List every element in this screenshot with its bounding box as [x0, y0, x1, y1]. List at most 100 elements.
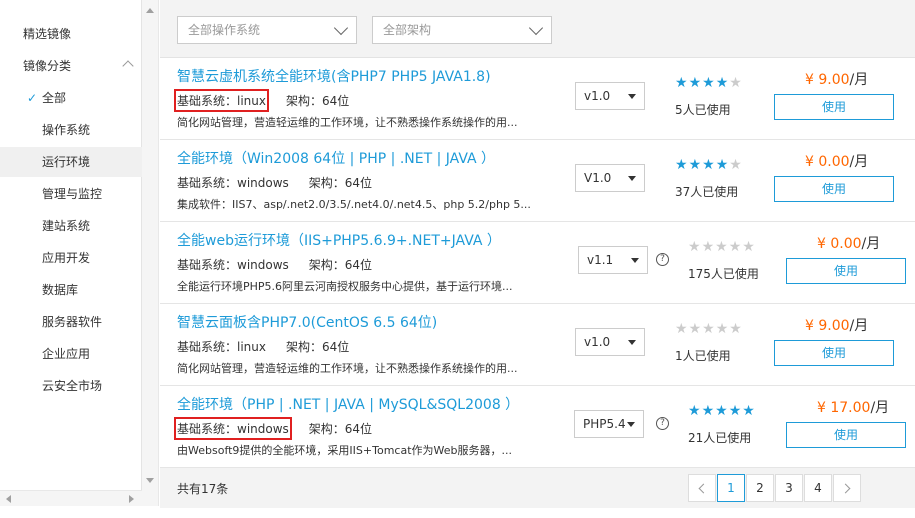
use-button[interactable]: 使用	[774, 94, 894, 120]
star-icon: ★	[715, 321, 730, 337]
rating-stars: ★★★★★	[675, 157, 743, 173]
product-row: 全能web运行环境（IIS+PHP5.6.9+.NET+JAVA ） 基础系统：w…	[160, 222, 915, 304]
product-row: 智慧云虚机系统全能环境(含PHP7 PHP5 JAVA1.8) 基础系统：linu…	[160, 58, 915, 140]
horizontal-scrollbar[interactable]	[0, 490, 142, 506]
caret-down-icon	[631, 258, 639, 263]
architecture-label: 架构：64位	[308, 176, 373, 190]
star-icon: ★	[688, 75, 703, 91]
base-system-label: 基础系统：windows	[177, 176, 289, 190]
page-1-button[interactable]: 1	[717, 474, 745, 502]
star-icon: ★	[688, 157, 703, 173]
caret-down-icon	[627, 422, 635, 427]
page-3-button[interactable]: 3	[775, 474, 803, 502]
star-icon: ★	[728, 403, 743, 419]
base-system-label: 基础系统：windows	[177, 258, 289, 272]
sidebar-item-database[interactable]: 数据库	[0, 275, 142, 305]
help-icon[interactable]: ?	[656, 417, 669, 430]
product-title-link[interactable]: 全能环境（PHP | .NET | JAVA | MySQL&SQL2008 ）	[177, 394, 519, 414]
use-button[interactable]: 使用	[786, 258, 906, 284]
price-unit: /月	[849, 154, 869, 170]
filter-bar: 全部操作系统 全部架构	[160, 0, 915, 58]
price-unit: /月	[849, 318, 869, 334]
help-icon[interactable]: ?	[656, 253, 669, 266]
sidebar-featured[interactable]: 精选镜像	[0, 19, 142, 49]
rating-stars: ★★★★★	[675, 321, 743, 337]
os-filter-select[interactable]: 全部操作系统	[177, 16, 357, 44]
price: ¥ 0.00/月	[817, 233, 880, 253]
product-title-link[interactable]: 全能环境（Win2008 64位 | PHP | .NET | JAVA ）	[177, 148, 495, 168]
star-icon: ★	[675, 75, 689, 91]
price-unit: /月	[870, 400, 890, 416]
sidebar-item-cms[interactable]: 建站系统	[0, 211, 142, 241]
chevron-down-icon	[333, 20, 349, 36]
version-select[interactable]: v1.0	[575, 328, 645, 356]
price: ¥ 0.00/月	[805, 151, 868, 171]
chevron-left-icon	[698, 483, 709, 494]
product-row: 全能环境（PHP | .NET | JAVA | MySQL&SQL2008 ）…	[160, 386, 915, 468]
page-2-button[interactable]: 2	[746, 474, 774, 502]
next-page-button[interactable]	[833, 474, 861, 502]
product-title-link[interactable]: 智慧云虚机系统全能环境(含PHP7 PHP5 JAVA1.8)	[177, 66, 491, 86]
scroll-left-icon[interactable]	[6, 495, 11, 503]
scroll-down-icon[interactable]	[146, 478, 154, 483]
price-amount: ¥ 9.00	[805, 72, 850, 88]
version-select[interactable]: v1.1	[578, 246, 648, 274]
sidebar-item-dev[interactable]: 应用开发	[0, 243, 142, 273]
price-amount: ¥ 17.00	[817, 400, 871, 416]
sidebar-categories[interactable]: 镜像分类	[0, 51, 142, 81]
prev-page-button[interactable]	[688, 474, 716, 502]
use-button[interactable]: 使用	[774, 340, 894, 366]
use-button[interactable]: 使用	[774, 176, 894, 202]
sidebar-item-os[interactable]: 操作系统	[0, 115, 142, 145]
usage-count: 37人已使用	[675, 185, 739, 199]
product-title-link[interactable]: 智慧云面板含PHP7.0(CentOS 6.5 64位)	[177, 312, 437, 332]
version-value: v1.1	[587, 253, 614, 267]
total-count: 共有17条	[177, 482, 229, 496]
price: ¥ 9.00/月	[805, 315, 868, 335]
sidebar-item-runtime[interactable]: 运行环境	[0, 147, 142, 177]
rating-stars: ★★★★★	[688, 403, 756, 419]
sidebar-item-server-software[interactable]: 服务器软件	[0, 307, 142, 337]
page: 精选镜像 镜像分类 ✓ 全部 操作系统 运行环境 管理与监控 建站系统 应用开发…	[0, 0, 915, 518]
caret-down-icon	[628, 94, 636, 99]
architecture-label: 架构：64位	[285, 94, 350, 108]
usage-count: 21人已使用	[688, 431, 752, 445]
price-unit: /月	[849, 72, 869, 88]
scroll-up-icon[interactable]	[146, 8, 154, 13]
use-button[interactable]: 使用	[786, 422, 906, 448]
sidebar-item-monitoring[interactable]: 管理与监控	[0, 179, 142, 209]
star-icon: ★	[702, 157, 716, 173]
sidebar-item-label: 全部	[42, 91, 67, 105]
sidebar: 精选镜像 镜像分类 ✓ 全部 操作系统 运行环境 管理与监控 建站系统 应用开发…	[0, 0, 142, 506]
product-row: 全能环境（Win2008 64位 | PHP | .NET | JAVA ） 基础…	[160, 140, 915, 222]
arch-filter-select[interactable]: 全部架构	[372, 16, 552, 44]
star-icon: ★	[729, 157, 743, 173]
product-meta: 基础系统：linux 架构：64位	[177, 338, 349, 355]
vertical-scrollbar[interactable]	[142, 0, 159, 506]
star-icon: ★	[729, 75, 743, 91]
star-icon: ★	[729, 321, 743, 337]
usage-count: 5人已使用	[675, 103, 731, 117]
page-4-button[interactable]: 4	[804, 474, 832, 502]
chevron-up-icon[interactable]	[122, 60, 134, 72]
product-description: 集成软件：IIS7、asp/.net2.0/3.5/.net4.0/.net4.…	[177, 198, 531, 211]
star-icon: ★	[742, 239, 756, 255]
sidebar-item-security-market[interactable]: 云安全市场	[0, 371, 142, 401]
version-select[interactable]: PHP5.4	[574, 410, 644, 438]
sidebar-item-all[interactable]: ✓ 全部	[0, 83, 142, 113]
base-system-label: 基础系统：linux	[177, 340, 266, 354]
product-title-link[interactable]: 全能web运行环境（IIS+PHP5.6.9+.NET+JAVA ）	[177, 230, 501, 250]
star-icon: ★	[715, 75, 730, 91]
product-row: 智慧云面板含PHP7.0(CentOS 6.5 64位) 基础系统：linux 架构…	[160, 304, 915, 386]
version-select[interactable]: V1.0	[575, 164, 645, 192]
product-description: 由Websoft9提供的全能环境，采用IIS+Tomcat作为Web服务器，..…	[177, 444, 512, 457]
star-icon: ★	[715, 403, 729, 419]
product-description: 简化网站管理，营造轻运维的工作环境，让不熟悉操作系统操作的用...	[177, 116, 518, 129]
star-icon: ★	[715, 157, 730, 173]
version-select[interactable]: v1.0	[575, 82, 645, 110]
usage-count: 1人已使用	[675, 349, 731, 363]
star-icon: ★	[675, 157, 689, 173]
sidebar-item-enterprise[interactable]: 企业应用	[0, 339, 142, 369]
architecture-label: 架构：64位	[308, 422, 373, 436]
scroll-right-icon[interactable]	[129, 495, 134, 503]
